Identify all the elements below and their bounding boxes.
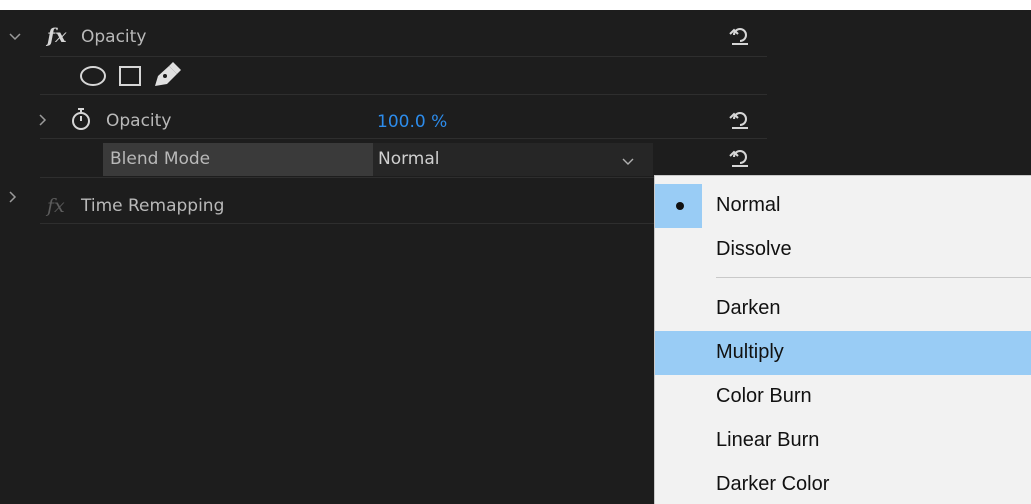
menu-item-color-burn[interactable]: Color Burn [655, 375, 1031, 419]
opacity-effect-title: Opacity [81, 27, 147, 47]
blend-mode-label-cell: Blend Mode [103, 143, 373, 176]
expand-chevron-icon[interactable] [37, 114, 49, 126]
menu-separator [716, 277, 1031, 278]
menu-item-linear-burn[interactable]: Linear Burn [655, 419, 1031, 463]
rectangle-mask-icon[interactable] [118, 65, 144, 87]
reset-icon[interactable] [729, 147, 751, 169]
selected-marker [655, 184, 702, 228]
blend-mode-label: Blend Mode [110, 149, 211, 169]
row-divider [40, 138, 767, 139]
menu-item-label: Darker Color [716, 473, 830, 495]
screenshot-stage: fx Opacity Opacity 100.0 % Blend Mode No… [0, 0, 1031, 504]
menu-item-normal[interactable]: Normal [655, 184, 1031, 228]
collapse-chevron-icon[interactable] [9, 30, 21, 42]
blend-mode-select[interactable]: Normal [373, 143, 653, 176]
reset-icon[interactable] [729, 109, 751, 131]
pen-mask-icon[interactable] [153, 62, 181, 88]
fx-badge[interactable]: fx [47, 27, 67, 46]
menu-item-label: Linear Burn [716, 429, 820, 451]
chevron-down-icon [622, 155, 634, 167]
blend-mode-dropdown-menu: Normal Dissolve Darken Multiply Color Bu… [654, 175, 1031, 504]
fx-badge-disabled[interactable]: fx [47, 197, 65, 216]
reset-icon[interactable] [729, 25, 751, 47]
menu-item-label: Color Burn [716, 385, 812, 407]
menu-item-label: Multiply [716, 341, 784, 363]
menu-item-multiply[interactable]: Multiply [655, 331, 1031, 375]
row-divider [40, 56, 767, 57]
blend-mode-selected-value: Normal [378, 149, 440, 169]
opacity-value[interactable]: 100.0 % [377, 114, 447, 131]
menu-item-darken[interactable]: Darken [655, 287, 1031, 331]
expand-chevron-icon[interactable] [7, 191, 19, 203]
row-divider [40, 223, 654, 224]
bullet-icon [676, 202, 684, 210]
menu-item-darker-color[interactable]: Darker Color [655, 463, 1031, 504]
row-divider [40, 94, 767, 95]
time-remapping-title: Time Remapping [81, 196, 225, 216]
opacity-property-label: Opacity [106, 111, 172, 131]
menu-item-dissolve[interactable]: Dissolve [655, 228, 1031, 272]
menu-item-label: Dissolve [716, 238, 792, 260]
stopwatch-icon[interactable] [70, 107, 92, 131]
ellipse-mask-icon[interactable] [79, 65, 107, 87]
menu-item-label: Normal [716, 194, 781, 216]
menu-item-label: Darken [716, 297, 781, 319]
